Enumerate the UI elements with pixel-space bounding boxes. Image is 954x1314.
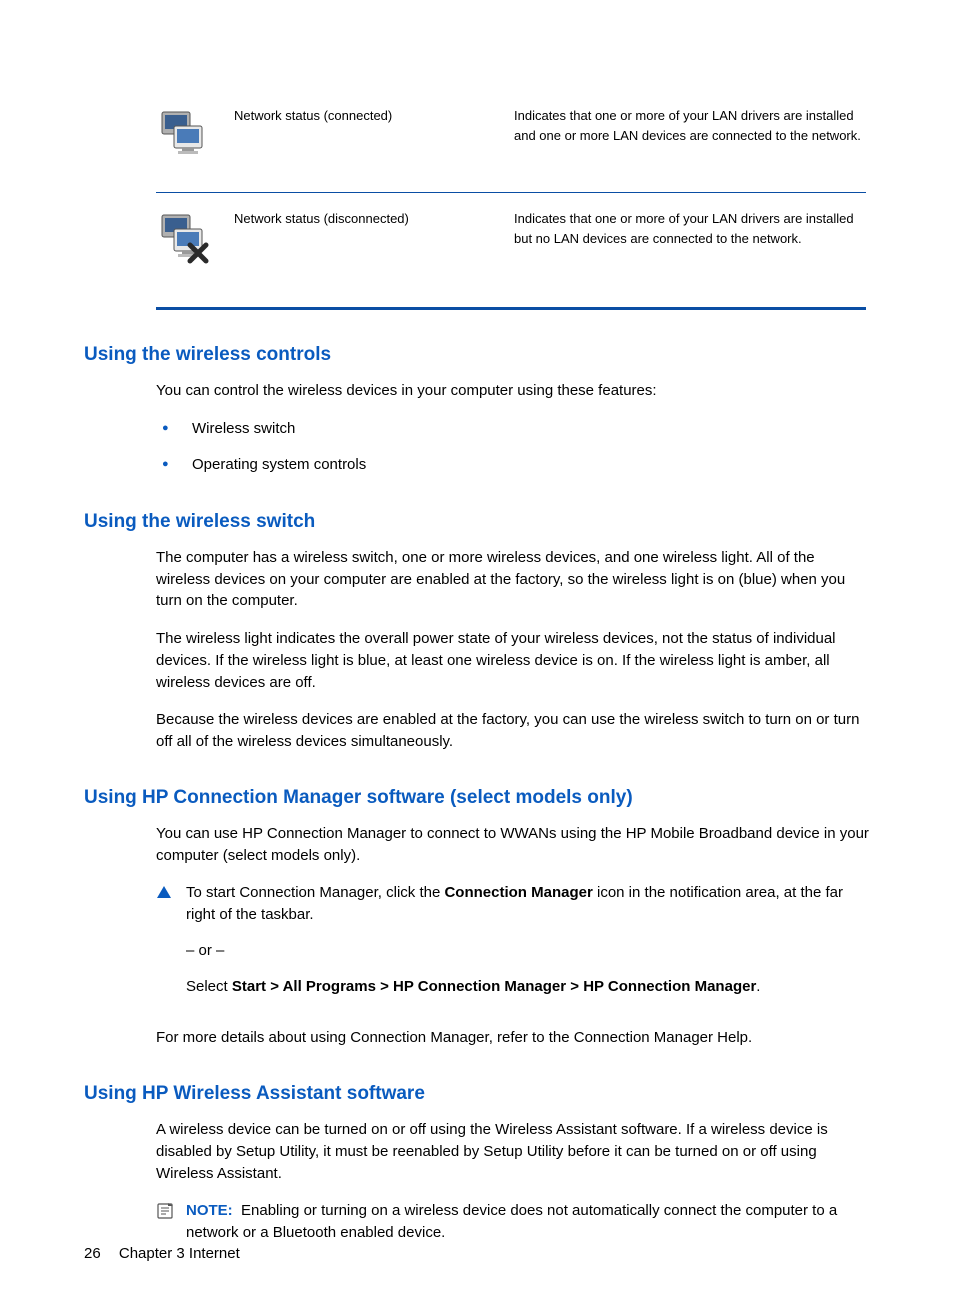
- table-end-rule: [156, 307, 866, 310]
- status-label: Network status (disconnected): [234, 209, 514, 265]
- page-footer: 26 Chapter 3 Internet: [84, 1245, 240, 1262]
- paragraph: Because the wireless devices are enabled…: [156, 709, 870, 753]
- callout-line: To start Connection Manager, click the C…: [186, 882, 870, 926]
- heading-connection-manager: Using HP Connection Manager software (se…: [84, 787, 870, 809]
- list-item: Wireless switch: [156, 418, 870, 441]
- bold-text: Connection Manager: [444, 884, 592, 901]
- chapter-label: Chapter 3 Internet: [119, 1245, 240, 1262]
- list-item: Operating system controls: [156, 454, 870, 477]
- paragraph: The wireless light indicates the overall…: [156, 628, 870, 693]
- row-divider: [156, 192, 866, 193]
- table-row: Network status (connected) Indicates tha…: [156, 96, 866, 192]
- paragraph: You can use HP Connection Manager to con…: [156, 823, 870, 867]
- text: Enabling or turning on a wireless device…: [186, 1202, 837, 1241]
- document-page: Network status (connected) Indicates tha…: [0, 0, 954, 1314]
- note-text: NOTE: Enabling or turning on a wireless …: [186, 1200, 870, 1244]
- status-table: Network status (connected) Indicates tha…: [156, 96, 866, 310]
- page-number: 26: [84, 1245, 101, 1262]
- heading-wireless-assistant: Using HP Wireless Assistant software: [84, 1083, 870, 1105]
- bullet-list: Wireless switch Operating system control…: [156, 418, 870, 477]
- network-disconnected-icon: [156, 209, 234, 265]
- text: To start Connection Manager, click the: [186, 884, 444, 901]
- note-body: NOTE: Enabling or turning on a wireless …: [186, 1200, 870, 1258]
- paragraph: The computer has a wireless switch, one …: [156, 547, 870, 612]
- status-description: Indicates that one or more of your LAN d…: [514, 209, 866, 265]
- heading-wireless-switch: Using the wireless switch: [84, 511, 870, 533]
- status-label: Network status (connected): [234, 106, 514, 162]
- network-connected-icon: [156, 106, 234, 162]
- heading-wireless-controls: Using the wireless controls: [84, 344, 870, 366]
- text: .: [756, 978, 760, 995]
- paragraph: You can control the wireless devices in …: [156, 380, 870, 402]
- bold-text: Start > All Programs > HP Connection Man…: [232, 978, 756, 995]
- callout-body: To start Connection Manager, click the C…: [186, 882, 870, 1011]
- note-callout: NOTE: Enabling or turning on a wireless …: [156, 1200, 870, 1258]
- or-separator: – or –: [186, 940, 870, 962]
- paragraph: For more details about using Connection …: [156, 1027, 870, 1049]
- procedure-callout: To start Connection Manager, click the C…: [156, 882, 870, 1011]
- text: Select: [186, 978, 232, 995]
- paragraph: A wireless device can be turned on or of…: [156, 1119, 870, 1184]
- note-label: NOTE:: [186, 1202, 233, 1219]
- triangle-up-icon: [156, 882, 186, 1011]
- table-row: Network status (disconnected) Indicates …: [156, 199, 866, 295]
- status-description: Indicates that one or more of your LAN d…: [514, 106, 866, 162]
- callout-line: Select Start > All Programs > HP Connect…: [186, 976, 870, 998]
